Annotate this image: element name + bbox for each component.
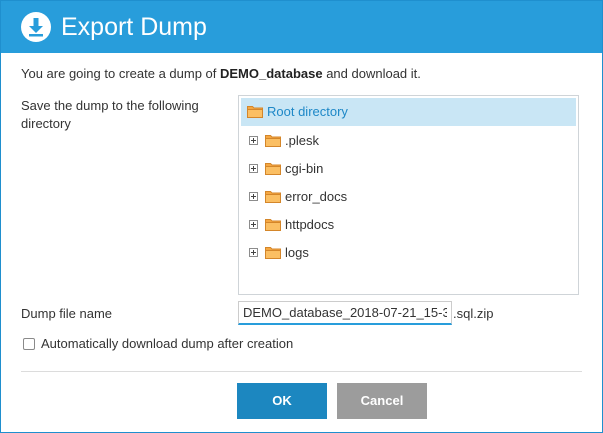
intro-prefix: You are going to create a dump of — [21, 66, 220, 81]
folder-icon — [265, 190, 282, 206]
tree-item-label: .plesk — [285, 133, 319, 148]
file-extension-suffix: .sql.zip — [453, 306, 494, 321]
tree-root-label: Root directory — [267, 104, 348, 119]
dialog-titlebar: Export Dump — [1, 1, 602, 53]
tree-item-error-docs[interactable]: error_docs — [249, 187, 549, 207]
tree-item-root-directory[interactable]: Root directory — [241, 98, 576, 126]
folder-icon — [265, 218, 282, 234]
directory-label: Save the dump to the following directory — [21, 98, 199, 131]
dialog-title: Export Dump — [61, 13, 207, 41]
dump-file-name-input[interactable] — [238, 301, 452, 325]
expand-icon[interactable] — [249, 220, 258, 229]
tree-item-label: cgi-bin — [285, 161, 324, 176]
intro-text: You are going to create a dump of DEMO_d… — [21, 65, 421, 83]
directory-tree[interactable]: Root directory .plesk cgi-bin error_docs… — [238, 95, 579, 295]
folder-icon — [265, 134, 282, 150]
auto-download-label[interactable]: Automatically download dump after creati… — [41, 335, 293, 353]
dump-file-name-label: Dump file name — [21, 306, 113, 321]
export-dump-dialog: Export Dump You are going to create a du… — [0, 0, 603, 433]
database-name: DEMO_database — [220, 66, 323, 81]
tree-item-plesk[interactable]: .plesk — [249, 131, 549, 151]
tree-item-logs[interactable]: logs — [249, 243, 549, 263]
tree-item-httpdocs[interactable]: httpdocs — [249, 215, 549, 235]
auto-download-checkbox[interactable] — [23, 338, 35, 350]
folder-icon — [265, 246, 282, 262]
expand-icon[interactable] — [249, 164, 258, 173]
tree-item-label: httpdocs — [285, 217, 335, 232]
ok-button[interactable]: OK — [237, 383, 327, 419]
tree-item-label: logs — [285, 245, 309, 260]
intro-suffix: and download it. — [322, 66, 421, 81]
cancel-button[interactable]: Cancel — [337, 383, 427, 419]
footer-divider — [21, 371, 582, 372]
folder-open-icon — [247, 105, 264, 121]
tree-item-label: error_docs — [285, 189, 348, 204]
expand-icon[interactable] — [249, 136, 258, 145]
expand-icon[interactable] — [249, 192, 258, 201]
folder-icon — [265, 162, 282, 178]
download-icon — [21, 12, 51, 42]
auto-download-option[interactable]: Automatically download dump after creati… — [21, 335, 341, 353]
tree-item-cgi-bin[interactable]: cgi-bin — [249, 159, 549, 179]
expand-icon[interactable] — [249, 248, 258, 257]
